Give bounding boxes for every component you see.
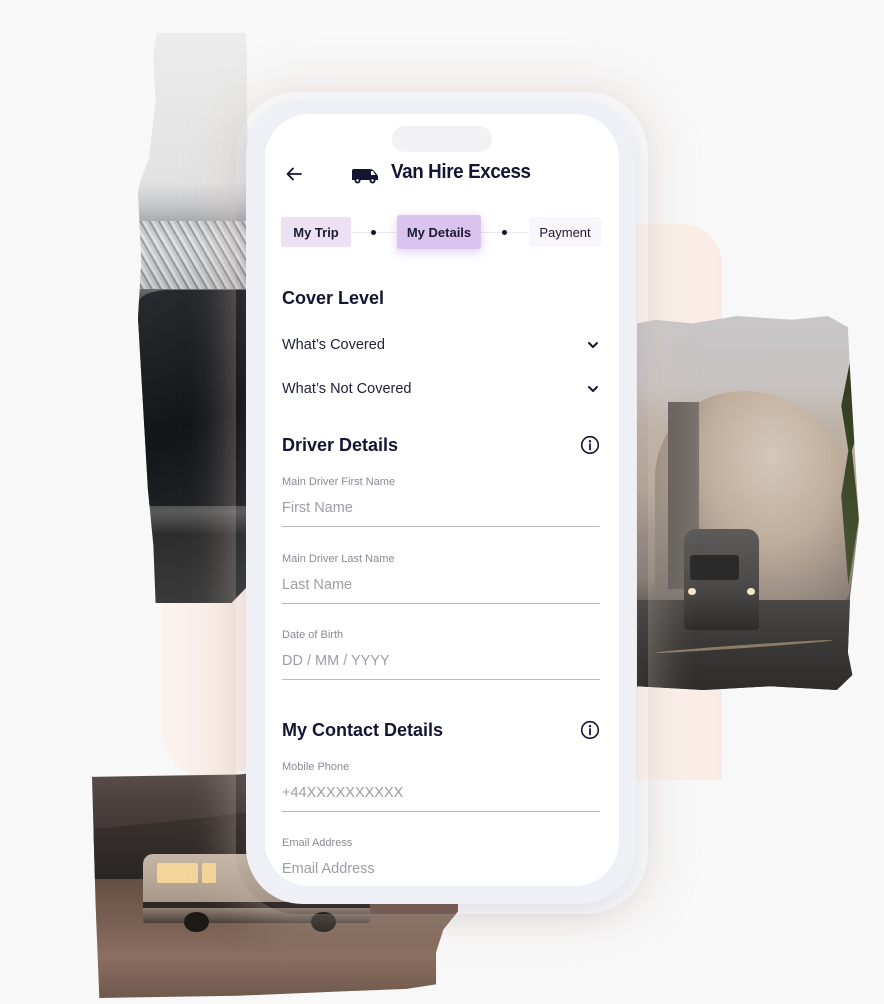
mobile-phone-field: Mobile Phone [282,761,600,812]
chevron-down-icon [588,342,598,348]
progress-stepper: My Trip My Details Payment [281,214,601,250]
arrow-left-icon [286,167,302,181]
phone-screen: Van Hire Excess My Trip My Details Payme… [265,114,619,886]
first-name-input[interactable] [282,500,600,527]
info-icon[interactable] [580,720,600,740]
photo-van-headlight [688,587,696,595]
photo-rock-texture [138,221,248,290]
field-label: Date of Birth [282,629,344,641]
photo-van-silhouette [138,289,248,507]
field-label: Email Address [282,837,353,849]
stepper-dot [371,230,376,235]
stepper-dot [502,230,507,235]
date-of-birth-input[interactable] [282,653,600,680]
photo-van [683,529,760,631]
email-address-field: Email Address [282,837,600,886]
cover-level-heading: Cover Level [282,288,385,308]
first-name-field: Main Driver First Name [282,476,600,527]
contact-details-heading: My Contact Details [282,720,444,740]
accordion-whats-covered[interactable]: What’s Covered [282,333,600,357]
last-name-input[interactable] [282,577,600,604]
back-button[interactable] [283,163,305,185]
photo-van-half-dome [637,316,859,690]
photo-van-headlight [747,587,755,595]
page-title: Van Hire Excess [391,161,531,183]
field-label: Main Driver Last Name [282,553,395,565]
last-name-field: Main Driver Last Name [282,553,600,604]
photo-van-windshield [689,555,740,580]
mobile-phone-input[interactable] [282,785,600,812]
photo-campervan-wheel [311,911,337,933]
field-label: Main Driver First Name [282,476,396,488]
accordion-label: What’s Covered [282,337,385,353]
info-icon[interactable] [580,435,600,455]
date-of-birth-field: Date of Birth [282,629,600,680]
photo-van-snowy-mountains [138,33,248,603]
photo-campervan-wheel [184,911,210,933]
driver-details-heading: Driver Details [282,435,399,455]
chevron-down-icon [588,386,598,392]
email-address-input[interactable] [282,861,600,886]
step-my-details[interactable]: My Details [397,215,481,249]
photo-campervan-window [202,862,216,884]
phone-notch [392,126,492,152]
step-my-trip[interactable]: My Trip [281,217,351,247]
app-header: Van Hire Excess [265,158,619,192]
field-label: Mobile Phone [282,761,350,773]
van-icon [352,169,378,184]
photo-campervan-window [156,862,198,884]
accordion-label: What’s Not Covered [282,381,412,397]
accordion-whats-not-covered[interactable]: What’s Not Covered [282,377,600,401]
step-payment[interactable]: Payment [529,217,601,247]
